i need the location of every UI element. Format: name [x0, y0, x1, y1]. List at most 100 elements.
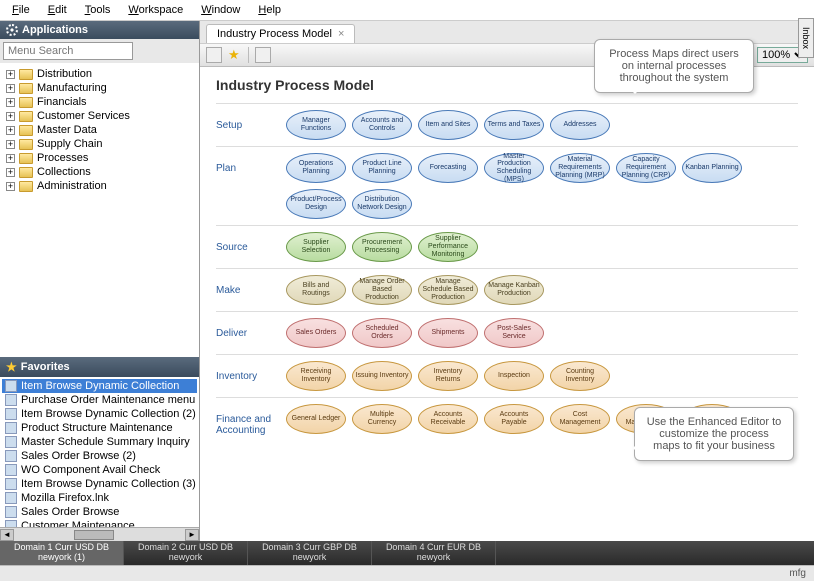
domain-tab[interactable]: Domain 4 Curr EUR DBnewyork [372, 541, 496, 565]
process-node[interactable]: Sales Orders [286, 318, 346, 348]
process-node[interactable]: Inspection [484, 361, 544, 391]
menu-workspace[interactable]: Workspace [120, 2, 191, 18]
process-node[interactable]: Cost Management [550, 404, 610, 434]
close-icon[interactable]: × [338, 28, 344, 40]
process-node[interactable]: Supplier Performance Monitoring [418, 232, 478, 262]
menu-help[interactable]: Help [250, 2, 289, 18]
expand-icon[interactable]: + [6, 168, 15, 177]
section-plan: PlanOperations PlanningProduct Line Plan… [216, 146, 798, 225]
tree-item-customer-services[interactable]: + Customer Services [4, 109, 195, 123]
favorite-item[interactable]: Item Browse Dynamic Collection [2, 379, 197, 393]
favorite-item[interactable]: Sales Order Browse [2, 505, 197, 519]
process-node[interactable]: Supplier Selection [286, 232, 346, 262]
tree-item-manufacturing[interactable]: +Manufacturing [4, 81, 195, 95]
tree-item-distribution[interactable]: +Distribution [4, 67, 195, 81]
tree-item-administration[interactable]: +Administration [4, 179, 195, 193]
process-node[interactable]: Accounts Receivable [418, 404, 478, 434]
menu-window[interactable]: Window [193, 2, 248, 18]
expand-icon[interactable]: + [6, 70, 15, 79]
folder-icon [19, 97, 33, 108]
process-node[interactable]: Product Line Planning [352, 153, 412, 183]
callout-enhanced-editor: Use the Enhanced Editor to customize the… [634, 407, 794, 461]
process-node[interactable]: General Ledger [286, 404, 346, 434]
favorite-item[interactable]: Item Browse Dynamic Collection (2) [2, 407, 197, 421]
process-node[interactable]: Counting Inventory [550, 361, 610, 391]
process-node[interactable]: Manage Kanban Production [484, 275, 544, 305]
tab-industry-process-model[interactable]: Industry Process Model × [206, 24, 355, 43]
process-node[interactable]: Master Production Scheduling (MPS) [484, 153, 544, 183]
favorite-item[interactable]: Purchase Order Maintenance menu coll [2, 393, 197, 407]
favorite-item[interactable]: Item Browse Dynamic Collection (3) [2, 477, 197, 491]
folder-icon [19, 167, 33, 178]
expand-icon[interactable]: + [6, 112, 15, 121]
favorite-item[interactable]: Product Structure Maintenance [2, 421, 197, 435]
process-node[interactable]: Issuing Inventory [352, 361, 412, 391]
favorite-item[interactable]: WO Component Avail Check [2, 463, 197, 477]
h-scrollbar[interactable]: ◄ ► [0, 527, 199, 541]
section-label: Setup [216, 110, 286, 131]
inbox-tab[interactable]: Inbox [798, 18, 814, 58]
menu-tools[interactable]: Tools [77, 2, 119, 18]
process-node[interactable]: Product/Process Design [286, 189, 346, 219]
process-node[interactable]: Material Requirements Planning (MRP) [550, 153, 610, 183]
process-node[interactable]: Receiving Inventory [286, 361, 346, 391]
process-node[interactable]: Post-Sales Service [484, 318, 544, 348]
tree-label: Financials [37, 96, 87, 108]
process-node[interactable]: Addresses [550, 110, 610, 140]
domain-loc: newyork [138, 553, 233, 563]
folder-icon [19, 125, 33, 136]
expand-icon[interactable]: + [6, 98, 15, 107]
gear-icon [6, 24, 18, 36]
process-node[interactable]: Manage Order Based Production [352, 275, 412, 305]
toolbar-button-1[interactable] [206, 47, 222, 63]
process-node[interactable]: Inventory Returns [418, 361, 478, 391]
scroll-right-button[interactable]: ► [185, 529, 199, 541]
scroll-left-button[interactable]: ◄ [0, 529, 14, 541]
process-node[interactable]: Operations Planning [286, 153, 346, 183]
favorite-item-icon [5, 436, 17, 448]
expand-icon[interactable]: + [6, 154, 15, 163]
process-node[interactable]: Procurement Processing [352, 232, 412, 262]
menu-edit[interactable]: Edit [40, 2, 75, 18]
menu-file[interactable]: File [4, 2, 38, 18]
tree-item-master-data[interactable]: +Master Data [4, 123, 195, 137]
menu-search-input[interactable] [3, 42, 133, 60]
process-node[interactable]: Shipments [418, 318, 478, 348]
expand-icon[interactable]: + [6, 182, 15, 191]
favorite-icon[interactable]: ★ [228, 48, 242, 62]
tree-item-financials[interactable]: + Financials [4, 95, 195, 109]
favorite-item[interactable]: Sales Order Browse (2) [2, 449, 197, 463]
expand-icon[interactable]: + [6, 126, 15, 135]
favorite-item[interactable]: Customer Maintenance [2, 519, 197, 527]
process-node[interactable]: Scheduled Orders [352, 318, 412, 348]
process-node[interactable]: Manager Functions [286, 110, 346, 140]
section-label: Plan [216, 153, 286, 174]
tree-item-processes[interactable]: +Processes [4, 151, 195, 165]
process-node[interactable]: Item and Sites [418, 110, 478, 140]
process-node[interactable]: Terms and Taxes [484, 110, 544, 140]
process-node[interactable]: Accounts and Controls [352, 110, 412, 140]
process-node[interactable]: Accounts Payable [484, 404, 544, 434]
scroll-thumb[interactable] [74, 530, 114, 540]
domain-tab[interactable]: Domain 1 Curr USD DBnewyork (1) [0, 541, 124, 565]
expand-icon[interactable]: + [6, 84, 15, 93]
process-node[interactable]: Manage Schedule Based Production [418, 275, 478, 305]
tree-label: Customer Services [37, 110, 130, 122]
domain-tab[interactable]: Domain 3 Curr GBP DBnewyork [248, 541, 372, 565]
process-node[interactable]: Forecasting [418, 153, 478, 183]
process-node[interactable]: Distribution Network Design [352, 189, 412, 219]
section-nodes: Supplier SelectionProcurement Processing… [286, 232, 478, 262]
print-button[interactable] [255, 47, 271, 63]
domain-tab[interactable]: Domain 2 Curr USD DBnewyork [124, 541, 248, 565]
tree-item-collections[interactable]: +Collections [4, 165, 195, 179]
process-node[interactable]: Kanban Planning [682, 153, 742, 183]
favorite-item[interactable]: Master Schedule Summary Inquiry [2, 435, 197, 449]
folder-icon [19, 181, 33, 192]
expand-icon[interactable]: + [6, 140, 15, 149]
favorite-item[interactable]: Mozilla Firefox.lnk [2, 491, 197, 505]
process-node[interactable]: Multiple Currency [352, 404, 412, 434]
process-node[interactable]: Capacity Requirement Planning (CRP) [616, 153, 676, 183]
tree-item-supply-chain[interactable]: +Supply Chain [4, 137, 195, 151]
process-node[interactable]: Bills and Routings [286, 275, 346, 305]
favorite-label: Customer Maintenance [21, 520, 135, 527]
